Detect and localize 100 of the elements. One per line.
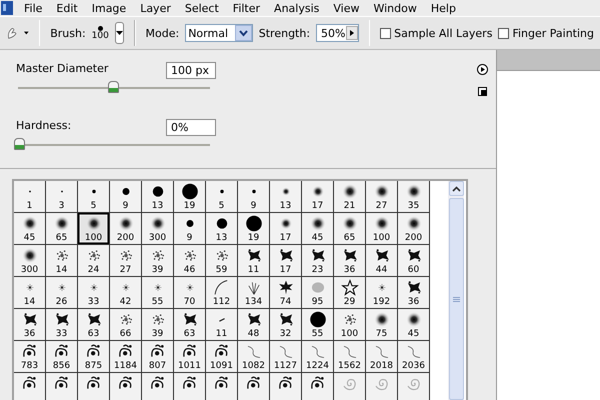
- brush-preset[interactable]: 1091: [206, 341, 238, 374]
- brush-preset[interactable]: 2036: [398, 341, 430, 374]
- menu-item[interactable]: Layer: [133, 2, 178, 14]
- brush-preset[interactable]: 11: [206, 309, 238, 342]
- brush-preset[interactable]: 39: [142, 245, 174, 278]
- brush-preset[interactable]: 36: [14, 309, 46, 342]
- brush-preset[interactable]: [398, 373, 430, 400]
- scroll-up-button[interactable]: [448, 181, 464, 196]
- brush-preset[interactable]: 74: [270, 277, 302, 310]
- value-field[interactable]: 0%: [166, 119, 216, 136]
- brush-preset[interactable]: 70: [174, 277, 206, 310]
- mode-select[interactable]: Normal: [185, 24, 253, 42]
- brush-preset[interactable]: 1224: [302, 341, 334, 374]
- menu-item[interactable]: Analysis: [267, 2, 326, 14]
- brush-preset[interactable]: 36: [334, 245, 366, 278]
- brush-preset[interactable]: 17: [302, 181, 334, 214]
- brush-preset[interactable]: 9: [110, 181, 142, 214]
- brush-preset[interactable]: 23: [302, 245, 334, 278]
- brush-preset[interactable]: 32: [270, 309, 302, 342]
- brush-preset[interactable]: 29: [334, 277, 366, 310]
- brush-preset[interactable]: 13: [142, 181, 174, 214]
- brush-preset[interactable]: [366, 373, 398, 400]
- brush-preset[interactable]: 14: [46, 245, 78, 278]
- brush-preset[interactable]: 59: [206, 245, 238, 278]
- brush-preset[interactable]: 200: [110, 213, 142, 246]
- brush-preset[interactable]: [206, 373, 238, 400]
- brush-preset[interactable]: 19: [174, 181, 206, 214]
- value-field[interactable]: 100 px: [166, 62, 216, 79]
- brush-preset[interactable]: [142, 373, 174, 400]
- brush-preset[interactable]: [14, 373, 46, 400]
- brush-preset[interactable]: 65: [46, 213, 78, 246]
- brush-preset[interactable]: 13: [270, 181, 302, 214]
- brush-preset[interactable]: 1: [14, 181, 46, 214]
- brush-preset[interactable]: 100: [78, 213, 110, 246]
- brush-preset[interactable]: 1184: [110, 341, 142, 374]
- brush-preset[interactable]: 46: [174, 245, 206, 278]
- brush-preset[interactable]: 134: [238, 277, 270, 310]
- brush-preset[interactable]: 60: [398, 245, 430, 278]
- brush-preset[interactable]: 1011: [174, 341, 206, 374]
- brush-preset[interactable]: 783: [14, 341, 46, 374]
- slider-thumb[interactable]: [14, 138, 25, 150]
- brush-preset[interactable]: 300: [14, 245, 46, 278]
- brush-preset[interactable]: 44: [366, 245, 398, 278]
- brush-preset[interactable]: 45: [398, 309, 430, 342]
- brush-preset[interactable]: 63: [78, 309, 110, 342]
- brush-preset[interactable]: 66: [110, 309, 142, 342]
- brush-preset[interactable]: 1562: [334, 341, 366, 374]
- checkbox[interactable]: Sample All Layers: [380, 26, 492, 40]
- brush-preset[interactable]: 33: [78, 277, 110, 310]
- menu-item[interactable]: Image: [84, 2, 134, 14]
- strength-field[interactable]: 50%: [316, 24, 358, 42]
- brush-preset[interactable]: 17: [270, 245, 302, 278]
- brush-preset[interactable]: 2018: [366, 341, 398, 374]
- brush-preset[interactable]: [110, 373, 142, 400]
- brush-preset[interactable]: [238, 373, 270, 400]
- brush-preset[interactable]: 21: [334, 181, 366, 214]
- brush-preset[interactable]: [302, 373, 334, 400]
- brush-preset[interactable]: 65: [334, 213, 366, 246]
- brush-preset[interactable]: 63: [174, 309, 206, 342]
- brush-preset[interactable]: 5: [206, 181, 238, 214]
- brush-preset[interactable]: 13: [206, 213, 238, 246]
- brush-preset[interactable]: 200: [398, 213, 430, 246]
- checkbox[interactable]: Finger Painting: [498, 26, 594, 40]
- flyout-menu-icon[interactable]: [477, 64, 488, 75]
- menu-item[interactable]: Filter: [226, 2, 268, 14]
- brush-preset[interactable]: 100: [366, 213, 398, 246]
- brush-preset[interactable]: 17: [270, 213, 302, 246]
- brush-preset[interactable]: 9: [238, 181, 270, 214]
- brush-preset[interactable]: 75: [366, 309, 398, 342]
- brush-preset[interactable]: 24: [78, 245, 110, 278]
- menu-item[interactable]: View: [326, 2, 366, 14]
- brush-preset[interactable]: 112: [206, 277, 238, 310]
- brush-preset[interactable]: 11: [238, 245, 270, 278]
- brush-preset[interactable]: 55: [302, 309, 334, 342]
- brush-preset[interactable]: [334, 373, 366, 400]
- brush-preset[interactable]: 55: [142, 277, 174, 310]
- brush-preset[interactable]: [174, 373, 206, 400]
- brush-preset[interactable]: 33: [46, 309, 78, 342]
- brush-preset[interactable]: [78, 373, 110, 400]
- brush-preset[interactable]: 35: [398, 181, 430, 214]
- brush-preset[interactable]: 45: [302, 213, 334, 246]
- brush-preset[interactable]: 95: [302, 277, 334, 310]
- brush-preset[interactable]: 192: [366, 277, 398, 310]
- brush-preset[interactable]: 27: [110, 245, 142, 278]
- brush-preset[interactable]: [270, 373, 302, 400]
- caret-icon[interactable]: [24, 31, 29, 35]
- brush-preset[interactable]: 100: [334, 309, 366, 342]
- brush-preset[interactable]: 45: [14, 213, 46, 246]
- menu-item[interactable]: Window: [366, 2, 424, 14]
- brush-preset[interactable]: 856: [46, 341, 78, 374]
- brush-preset[interactable]: 27: [366, 181, 398, 214]
- brush-preset[interactable]: 807: [142, 341, 174, 374]
- slider-thumb[interactable]: [108, 81, 120, 93]
- brush-dropdown-button[interactable]: [114, 22, 124, 44]
- brush-preset[interactable]: 48: [238, 309, 270, 342]
- brush-preset[interactable]: 1127: [270, 341, 302, 374]
- brush-preset[interactable]: [46, 373, 78, 400]
- brush-preset[interactable]: 42: [110, 277, 142, 310]
- menu-item[interactable]: Select: [178, 2, 226, 14]
- brush-preset[interactable]: 39: [142, 309, 174, 342]
